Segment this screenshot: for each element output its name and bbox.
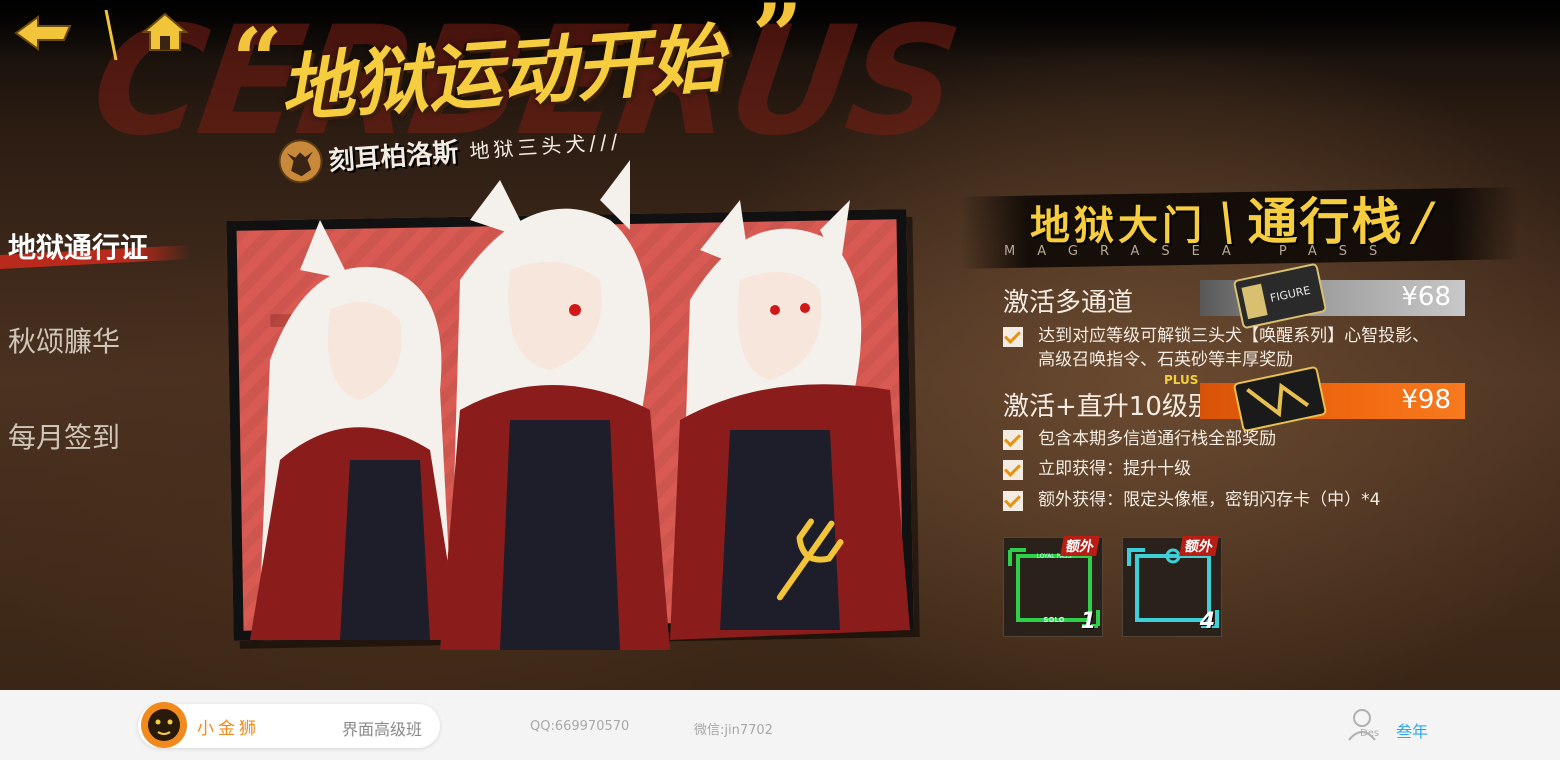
tier1-benefit-line2: 高级召唤指令、石英砂等丰厚奖励 — [1038, 350, 1294, 370]
check-icon — [1003, 460, 1023, 480]
character-right — [670, 200, 910, 640]
check-icon — [1003, 491, 1023, 511]
avatar-frame-bottom-text: SOLO — [1043, 616, 1064, 624]
brand-name: 小金狮 — [197, 719, 260, 739]
menu-item-monthly-signin[interactable]: 每月签到 — [8, 416, 120, 456]
user-name-link[interactable]: 叁年 — [1396, 718, 1428, 742]
qq-contact: QQ:669970570 — [530, 719, 630, 734]
character-tag: 地狱三头犬/// — [468, 128, 623, 164]
tier1-price: ¥68 — [1401, 282, 1451, 312]
character-middle — [440, 160, 670, 650]
tier2-benefit-text: 额外获得：限定头像框，密钥闪存卡（中）*4 — [1038, 490, 1381, 510]
character-artwork: TH A — [250, 160, 910, 650]
tier2-benefit-text: 包含本期多信道通行栈全部奖励 — [1038, 429, 1277, 449]
tier2-benefit-text: 立即获得：提升十级 — [1038, 459, 1192, 479]
reward-avatar-frame[interactable]: LOYAL PASS SOLO 额外 1 — [1003, 536, 1103, 637]
user-subtitle: Des — [1360, 728, 1380, 739]
nav-divider-icon — [104, 10, 118, 60]
tier2-price: ¥98 — [1401, 385, 1451, 415]
character-left — [250, 220, 460, 640]
pass-title-slash: \ — [1218, 192, 1236, 252]
wechat-contact: 微信:jin7702 — [694, 723, 773, 738]
home-icon[interactable] — [142, 12, 188, 52]
title-open-quote: “ — [232, 8, 283, 112]
pass-title-a: 地狱大门 — [1030, 203, 1206, 249]
pass-title-en: MAGRASEA PASS — [1004, 244, 1400, 259]
pass-title-slash-end: / — [1413, 192, 1432, 252]
reward-key-card[interactable]: 额外 4 — [1122, 536, 1222, 637]
back-arrow-icon[interactable] — [14, 14, 74, 52]
game-screen: CERBERUS “ 地狱运动开始 ” 刻耳柏洛斯 地狱三头犬/// 地狱通行证… — [0, 0, 1560, 690]
lion-logo-icon — [141, 702, 187, 748]
tier1-benefit-text: 达到对应等级可解锁三头犬【唤醒系列】心智投影、 高级召唤指令、石英砂等丰厚奖励 — [1038, 324, 1429, 372]
reward-count: 4 — [1199, 609, 1215, 634]
tier2-benefit: 立即获得：提升十级 — [1003, 457, 1191, 481]
reward-extra-tag: 额外 — [1060, 536, 1100, 556]
tier2-plus-badge: PLUS — [1164, 373, 1199, 387]
pass-card-gold-icon — [1233, 366, 1327, 432]
menu-item-autumn[interactable]: 秋颂臁华 — [8, 320, 120, 360]
tier1-benefit: 达到对应等级可解锁三头犬【唤醒系列】心智投影、 高级召唤指令、石英砂等丰厚奖励 — [1003, 324, 1429, 372]
reward-count: 1 — [1080, 609, 1096, 634]
tier2-benefit: 额外获得：限定头像框，密钥闪存卡（中）*4 — [1003, 488, 1380, 512]
tier2-buy-button[interactable]: ¥98 — [1200, 366, 1465, 432]
tier1-buy-button[interactable]: FIGURE ¥68 — [1200, 263, 1465, 329]
tier1-benefit-line1: 达到对应等级可解锁三头犬【唤醒系列】心智投影、 — [1038, 326, 1430, 346]
pass-card-silver-icon: FIGURE — [1233, 263, 1327, 329]
check-icon — [1003, 327, 1023, 347]
footer-bar: 小金狮 界面高级班 QQ:669970570 微信:jin7702 Des 叁年 — [0, 690, 1560, 760]
course-name: 界面高级班 — [342, 720, 423, 739]
reward-extra-tag: 额外 — [1179, 536, 1219, 556]
check-icon — [1003, 430, 1023, 450]
tier2-label: 激活+直升10级别! — [1003, 392, 1225, 422]
title-close-quote: ” — [752, 0, 803, 88]
tier2-benefit: 包含本期多信道通行栈全部奖励 — [1003, 427, 1276, 451]
menu-item-hell-pass[interactable]: 地狱通行证 — [8, 226, 148, 266]
tier1-label: 激活多通道 — [1003, 288, 1134, 318]
